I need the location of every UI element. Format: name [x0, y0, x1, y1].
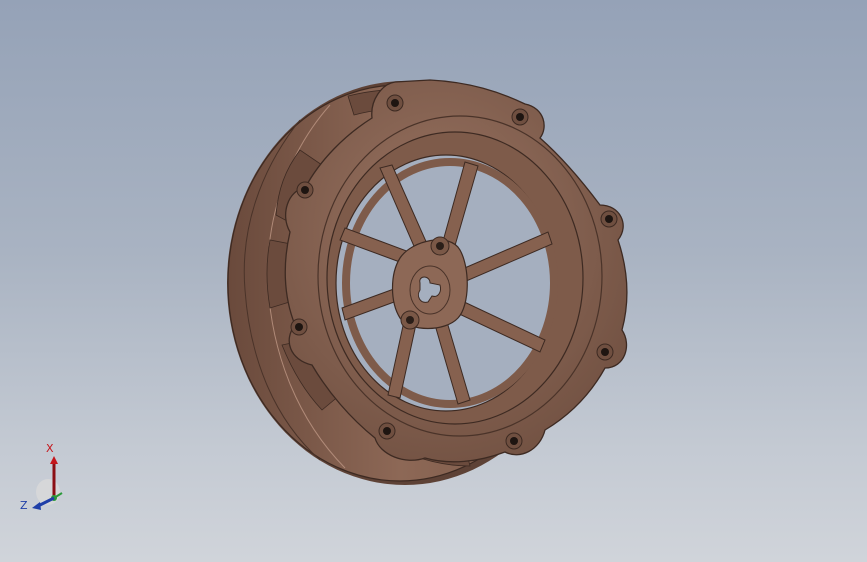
graphics-viewport[interactable]: X Z: [0, 0, 867, 562]
bolt-icon: [296, 181, 314, 199]
bolt-icon: [600, 210, 618, 228]
bolt-icon: [386, 94, 404, 112]
bolt-icon: [596, 343, 614, 361]
triad-z-label: Z: [20, 499, 28, 512]
bolt-icon: [290, 318, 308, 336]
hub-bolt-icon: [436, 242, 444, 250]
bolt-icon: [505, 432, 523, 450]
bolt-icon: [511, 108, 529, 126]
hub-bolt-icon: [406, 316, 414, 324]
reference-triad: X Z: [14, 440, 84, 520]
bolt-icon: [378, 422, 396, 440]
triad-x-label: X: [46, 442, 54, 455]
wheel-model[interactable]: [0, 0, 867, 562]
